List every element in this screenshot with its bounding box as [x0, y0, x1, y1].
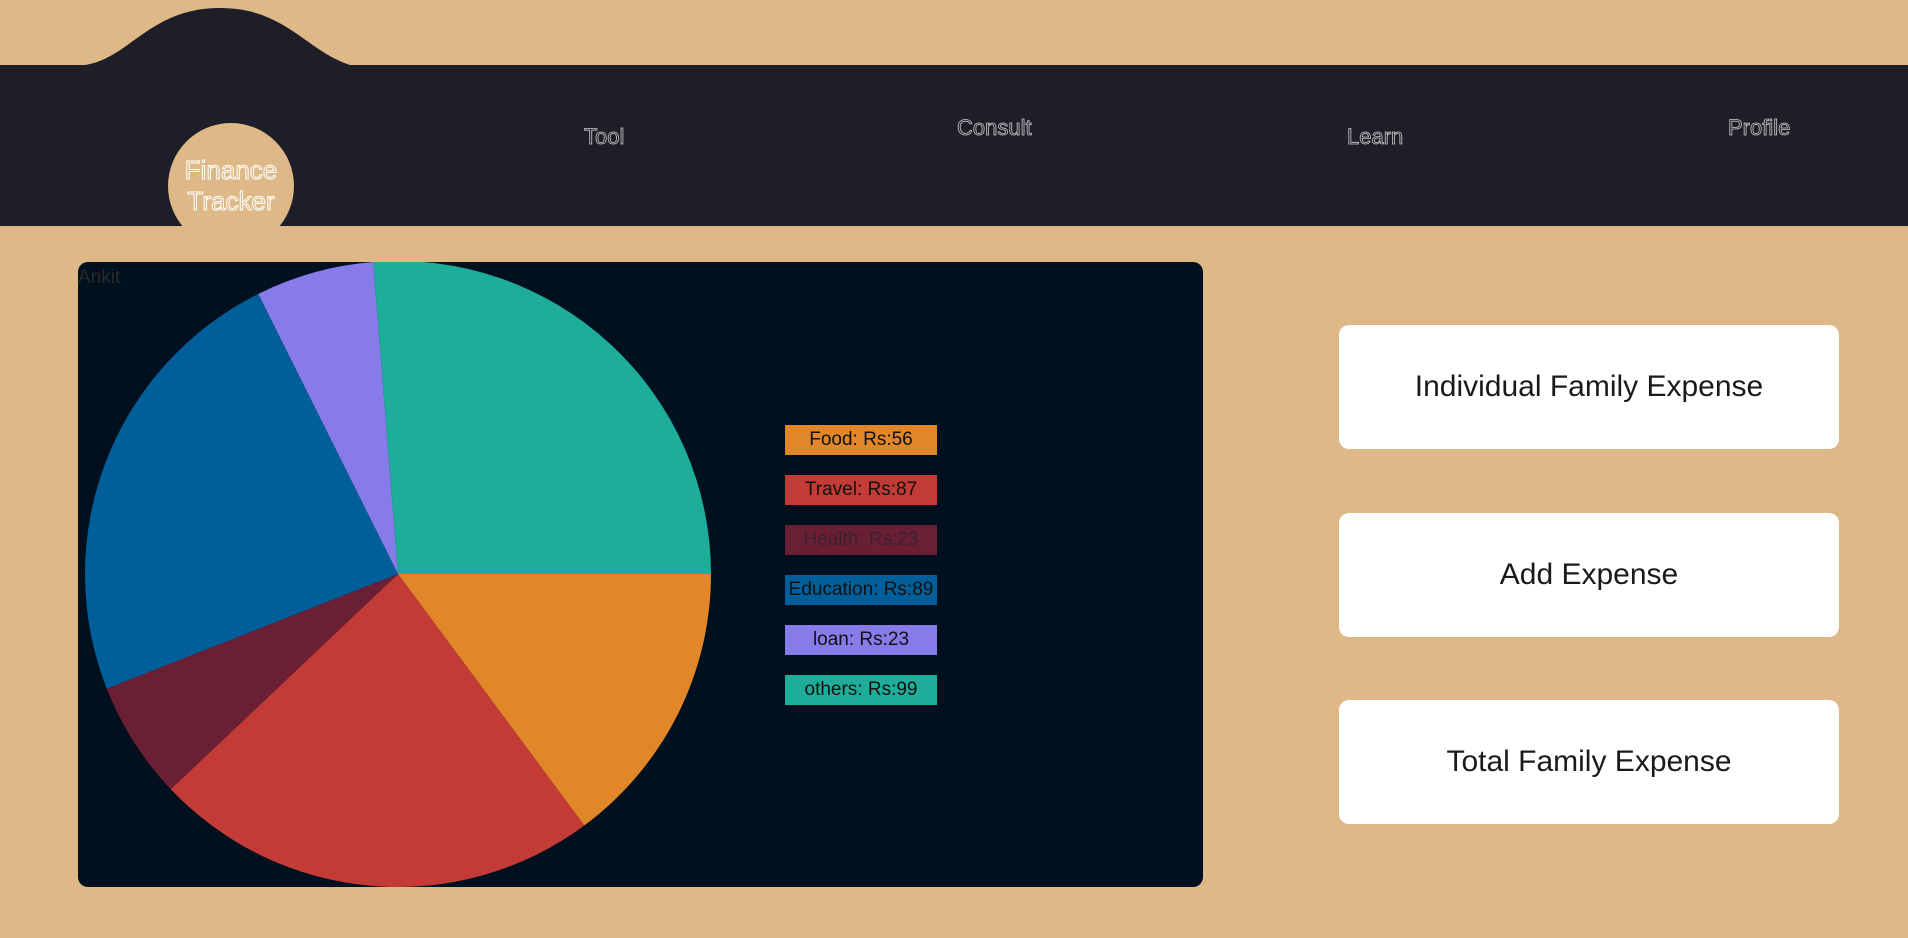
app-logo[interactable]: Finance Tracker: [168, 123, 294, 249]
legend-item-education: Education: Rs:89: [785, 575, 937, 605]
legend-item-others: others: Rs:99: [785, 675, 937, 705]
logo-text-line2: Tracker: [187, 186, 275, 217]
pie-legend: Food: Rs:56 Travel: Rs:87 Health: Rs:23 Edu…: [785, 425, 937, 725]
expense-chart-card: Ankit Food: Rs:56 Travel: Rs:87 Health: Rs…: [78, 262, 1203, 887]
pie-slice-others: [373, 262, 711, 574]
legend-item-food: Food: Rs:56: [785, 425, 937, 455]
legend-item-health: Health: Rs:23: [785, 525, 937, 555]
legend-item-travel: Travel: Rs:87: [785, 475, 937, 505]
individual-family-expense-button[interactable]: Individual Family Expense: [1339, 325, 1839, 449]
total-family-expense-button[interactable]: Total Family Expense: [1339, 700, 1839, 824]
nav-link-profile[interactable]: Profile: [1728, 115, 1791, 141]
logo-text-line1: Finance: [184, 155, 278, 186]
expense-pie-chart: [85, 262, 711, 887]
page: Finance Tracker Tool Consult Learn Profi…: [0, 0, 1908, 938]
nav-link-learn[interactable]: Learn: [1347, 124, 1404, 150]
header-hump: [85, 8, 350, 65]
nav-link-consult[interactable]: Consult: [957, 115, 1032, 141]
legend-item-loan: loan: Rs:23: [785, 625, 937, 655]
top-navbar: Finance Tracker Tool Consult Learn Profi…: [0, 65, 1908, 249]
nav-link-tool[interactable]: Tool: [584, 124, 625, 150]
add-expense-button[interactable]: Add Expense: [1339, 513, 1839, 637]
